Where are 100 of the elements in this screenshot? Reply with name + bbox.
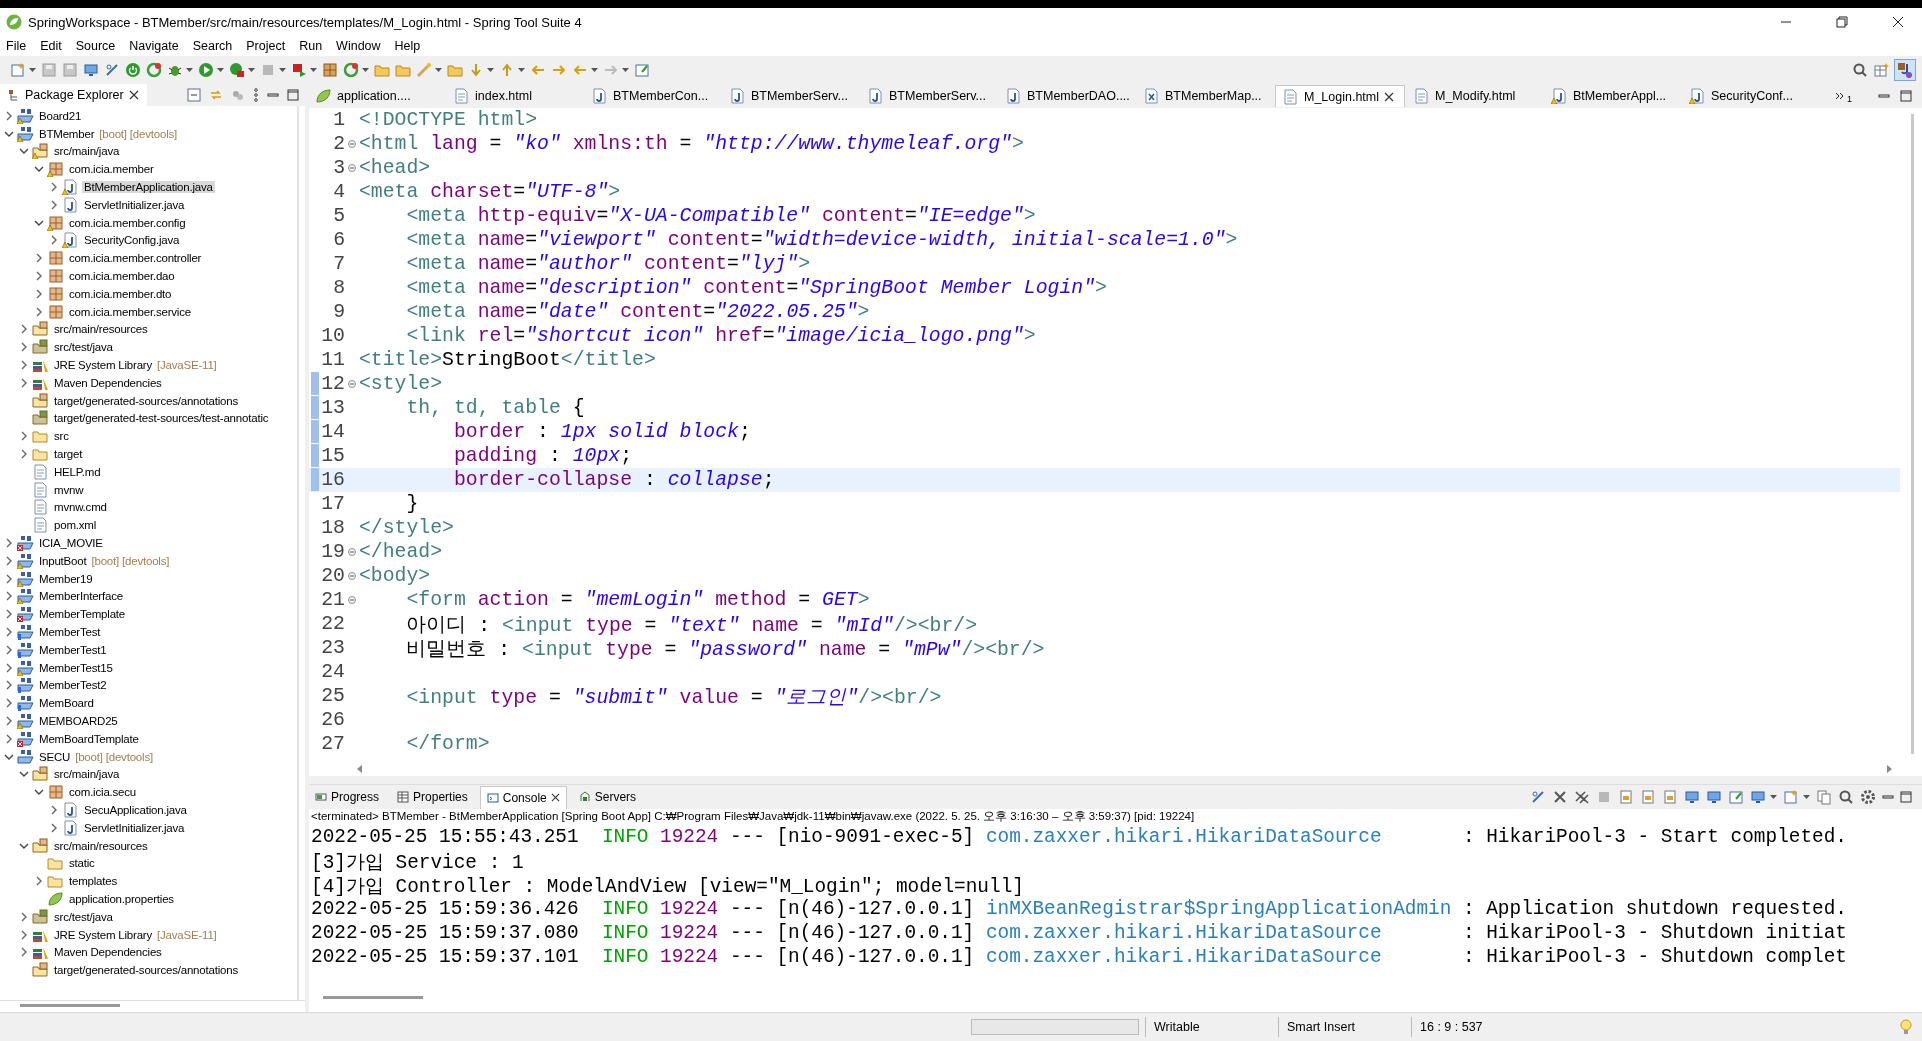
tree-item[interactable]: com.icia.member.dto <box>67 287 174 300</box>
chevron-right-icon[interactable] <box>4 555 14 566</box>
tree-item[interactable]: target <box>52 448 85 461</box>
tree-item[interactable]: com.icia.member.dao <box>67 270 177 283</box>
chevron-right-icon[interactable] <box>19 929 29 940</box>
caret-icon[interactable] <box>362 68 369 72</box>
chevron-right-icon[interactable] <box>4 662 14 673</box>
tree-item[interactable]: Board21 <box>37 109 84 122</box>
tree-item[interactable]: BtMemberApplication.java <box>82 181 215 194</box>
menu-item[interactable]: Help <box>394 39 421 53</box>
logger-link[interactable]: com.zaxxer.hikari.HikariDataSource <box>985 946 1452 968</box>
tree-item[interactable]: pom.xml <box>52 519 99 532</box>
menu-item[interactable]: Edit <box>40 39 62 53</box>
chevron-right-icon[interactable] <box>19 342 29 353</box>
caret-icon[interactable] <box>248 68 255 72</box>
close-icon[interactable] <box>1892 16 1904 28</box>
logger-link[interactable]: com.zaxxer.hikari.HikariDataSource <box>985 922 1452 944</box>
chevron-right-icon[interactable] <box>49 235 59 246</box>
tree-item[interactable]: src/test/java <box>52 910 115 923</box>
menu-item[interactable]: File <box>6 39 27 53</box>
caret-icon[interactable] <box>29 68 36 72</box>
editor-tab[interactable]: index.html <box>447 85 583 107</box>
close-icon[interactable] <box>128 90 139 100</box>
caret-icon[interactable] <box>591 68 598 72</box>
chevron-right-icon[interactable] <box>49 199 59 210</box>
chevron-right-icon[interactable] <box>34 306 44 317</box>
editor-tab[interactable]: M_Modify.html <box>1407 85 1543 107</box>
editor-tab[interactable]: BTMemberCon... <box>585 85 721 107</box>
close-icon[interactable] <box>550 793 560 802</box>
hidden-tab-count[interactable]: 1 <box>1847 94 1852 104</box>
chevron-right-icon[interactable] <box>19 377 29 388</box>
monitor-icon[interactable] <box>1684 789 1700 805</box>
menu-item[interactable]: Source <box>75 39 116 53</box>
scroll-left-icon[interactable] <box>357 765 363 773</box>
run-icon[interactable] <box>198 62 214 78</box>
menu-item[interactable]: Navigate <box>129 39 179 53</box>
fold-toggle-icon[interactable] <box>348 596 356 604</box>
tree-item[interactable]: com.icia.member.service <box>67 305 193 318</box>
chevron-right-icon[interactable] <box>34 876 44 887</box>
search-icon[interactable] <box>1852 62 1868 78</box>
chevron-right-icon[interactable] <box>19 911 29 922</box>
tree-item[interactable]: Member19 <box>37 572 95 585</box>
tree-item[interactable]: src/main/java <box>52 145 122 158</box>
scroll-right-icon[interactable] <box>1886 765 1892 773</box>
tree-item[interactable]: application.properties <box>67 892 176 905</box>
close-icon[interactable] <box>1552 789 1568 805</box>
chevron-right-icon[interactable] <box>4 627 14 637</box>
tree-item[interactable]: MemberTest2 <box>37 679 109 692</box>
tree-item[interactable]: mvnw.cmd <box>52 501 109 514</box>
chevron-double-right-icon[interactable] <box>1835 92 1845 100</box>
chevron-right-icon[interactable] <box>19 449 29 460</box>
chevron-right-icon[interactable] <box>4 609 14 620</box>
fold-toggle-icon[interactable] <box>348 140 356 148</box>
caret-icon[interactable] <box>1770 795 1777 799</box>
editor-tab[interactable]: M_Login.html <box>1275 85 1405 107</box>
tree-item[interactable]: BTMember <box>37 127 97 140</box>
caret-icon[interactable] <box>186 68 193 72</box>
kebab-menu-icon[interactable] <box>253 88 259 102</box>
chevron-right-icon[interactable] <box>49 182 59 193</box>
refresh-icon[interactable] <box>343 62 359 78</box>
tree-item[interactable]: JRE System Library <box>52 359 154 372</box>
fold-toggle-icon[interactable] <box>348 572 356 580</box>
view-tab[interactable]: Properties <box>391 786 474 808</box>
chevron-right-icon[interactable] <box>4 733 14 744</box>
tree-item[interactable]: target/generated-sources/annotations <box>52 964 240 977</box>
editor-tab[interactable]: BtMemberAppl... <box>1545 85 1681 107</box>
chevron-right-icon[interactable] <box>49 804 59 815</box>
deploy-icon[interactable] <box>291 62 307 78</box>
refresh-icon[interactable] <box>146 62 162 78</box>
close-all-icon[interactable] <box>1574 789 1590 805</box>
view-tab[interactable]: Servers <box>572 786 643 808</box>
tree-item[interactable]: com.icia.secu <box>67 786 139 799</box>
chevron-right-icon[interactable] <box>4 644 14 655</box>
maximize-icon[interactable] <box>1900 791 1912 803</box>
caret-icon[interactable] <box>217 68 224 72</box>
maximize-icon[interactable] <box>287 89 299 101</box>
logger-link[interactable]: inMXBeanRegistrar$SpringApplicationAdmin <box>985 898 1452 920</box>
tree-item[interactable]: target/generated-sources/annotations <box>52 394 240 407</box>
chevron-right-icon[interactable] <box>4 716 14 726</box>
chevron-right-icon[interactable] <box>34 253 44 264</box>
logger-link[interactable]: com.zaxxer.hikari.HikariDataSource <box>985 826 1452 848</box>
monitor-icon[interactable] <box>1706 789 1722 805</box>
search-icon[interactable] <box>1838 789 1854 805</box>
fold-toggle-icon[interactable] <box>348 164 356 172</box>
editor-tab[interactable]: BTMemberMap... <box>1137 85 1273 107</box>
tree-item[interactable]: src <box>52 430 71 443</box>
fold-toggle-icon[interactable] <box>348 380 356 388</box>
tree-item[interactable]: target/generated-test-sources/test-annotatic <box>52 412 271 425</box>
tree-item[interactable]: ServletInitializer.java <box>82 821 187 834</box>
tree-item[interactable]: ServletInitializer.java <box>82 198 187 211</box>
perspective-icon[interactable] <box>1894 59 1916 81</box>
chevron-right-icon[interactable] <box>19 431 29 442</box>
tree-item[interactable]: static <box>67 857 97 870</box>
tree-item[interactable]: MemberTemplate <box>37 608 128 621</box>
editor-tab[interactable]: BTMemberServ... <box>723 85 859 107</box>
chevron-right-icon[interactable] <box>4 573 14 584</box>
chevron-right-icon[interactable] <box>34 271 44 282</box>
run-server-icon[interactable] <box>229 62 245 78</box>
tree-item[interactable]: src/main/java <box>52 768 122 781</box>
chevron-right-icon[interactable] <box>4 680 14 691</box>
